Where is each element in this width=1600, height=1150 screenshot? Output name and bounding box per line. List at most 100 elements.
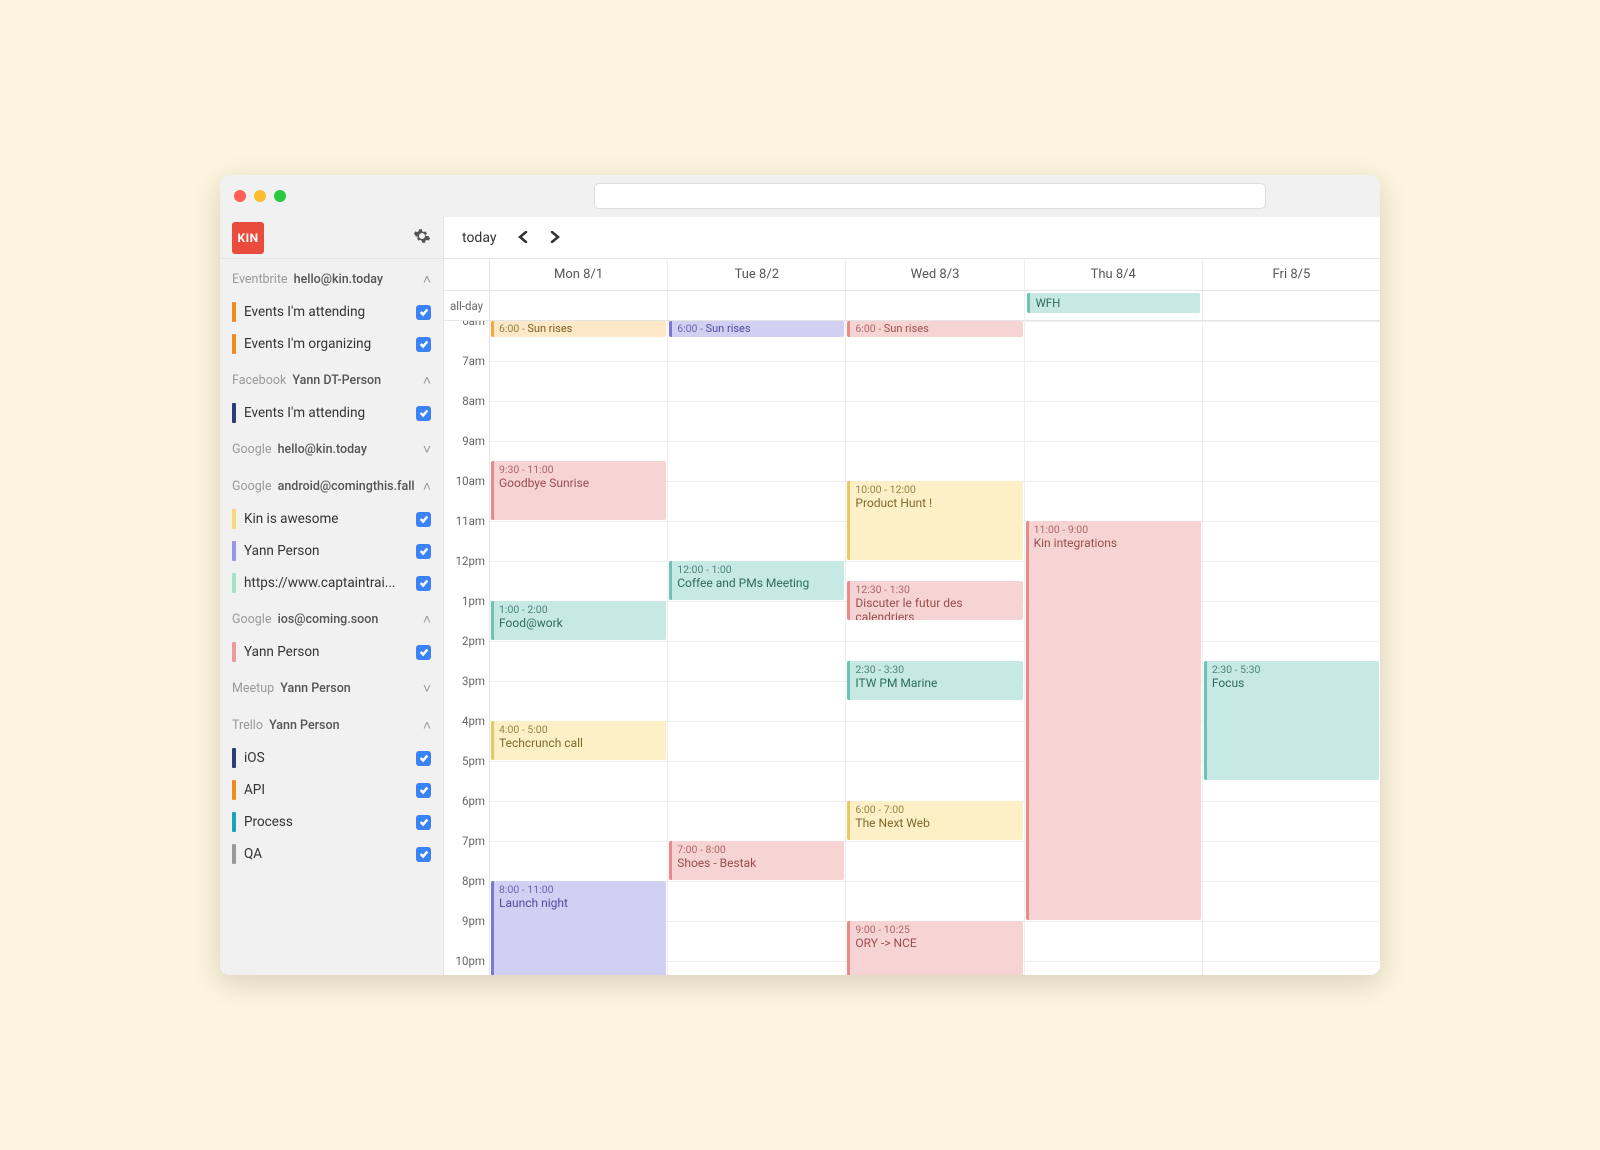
day-column[interactable]: 6:00 - Sun rises 12:00 - 1:00Coffee and P… [668,321,846,975]
sidebar-calendar-item[interactable]: API [220,774,443,806]
day-column[interactable]: 6:00 - Sun rises 9:30 - 11:00Goodbye Sunr… [490,321,668,975]
sidebar-calendar-item[interactable]: Events I'm organizing [220,328,443,360]
sidebar-calendar-item[interactable]: QA [220,838,443,870]
calendar-color-strip [232,780,236,800]
calendar-color-strip [232,844,236,864]
event-time: 9:00 - 10:25 [855,923,1017,936]
calendar-checkbox[interactable] [416,544,431,559]
gear-icon[interactable] [413,227,431,249]
day-column[interactable]: 6:00 - Sun rises 10:00 - 12:00Product Hun… [846,321,1024,975]
hour-label: 6am [462,321,485,328]
event-time: 9:30 - 11:00 [499,463,661,476]
calendar-event[interactable]: 6:00 - Sun rises [491,321,666,337]
calendar-event[interactable]: 9:00 - 10:25ORY -> NCE [847,921,1022,975]
calendar-checkbox[interactable] [416,645,431,660]
titlebar [220,175,1380,217]
sidebar-calendar-item[interactable]: https://www.captaintrai... [220,567,443,599]
allday-cell[interactable] [1203,291,1380,320]
hour-label: 4pm [462,714,485,728]
calendar-event[interactable]: 6:00 - 7:00The Next Web [847,801,1022,840]
calendar-checkbox[interactable] [416,512,431,527]
calendar-label: Yann Person [244,543,408,559]
sidebar-calendar-item[interactable]: Process [220,806,443,838]
calendar-event[interactable]: 6:00 - Sun rises [669,321,844,337]
sidebar-section-head[interactable]: Trello Yann Person˄ [220,705,443,742]
allday-cell[interactable]: WFH [1025,291,1203,320]
calendar-label: Yann Person [244,644,408,660]
sidebar-calendar-item[interactable]: Events I'm attending [220,397,443,429]
calendar-checkbox[interactable] [416,576,431,591]
calendar-event[interactable]: 9:30 - 11:00Goodbye Sunrise [491,461,666,520]
event-time: 7:00 - 8:00 [677,843,839,856]
minimize-icon[interactable] [254,190,266,202]
hour-label: 6pm [462,794,485,808]
calendar-checkbox[interactable] [416,337,431,352]
calendar-checkbox[interactable] [416,847,431,862]
calendar-event[interactable]: 10:00 - 12:00Product Hunt ! [847,481,1022,560]
sidebar-section-head[interactable]: Eventbrite hello@kin.today˄ [220,259,443,296]
event-time: 12:00 - 1:00 [677,563,839,576]
prev-week-button[interactable] [510,224,536,251]
close-icon[interactable] [234,190,246,202]
chevron-up-icon: ˄ [423,271,431,288]
time-gutter: 6am7am8am9am10am11am12pm1pm2pm3pm4pm5pm6… [444,321,490,975]
calendar-color-strip [232,334,236,354]
sidebar-section-head[interactable]: Meetup Yann Person˅ [220,668,443,705]
day-column[interactable]: 11:00 - 9:00Kin integrations [1025,321,1203,975]
calendar-event[interactable]: 4:00 - 5:00Techcrunch call [491,721,666,760]
calendar-event[interactable]: 12:00 - 1:00Coffee and PMs Meeting [669,561,844,600]
calendar-event[interactable]: 2:30 - 3:30ITW PM Marine [847,661,1022,700]
calendar-checkbox[interactable] [416,751,431,766]
calendar-label: Events I'm organizing [244,336,408,352]
chevron-down-icon: ˅ [423,441,431,458]
sidebar-section-head[interactable]: Google android@comingthis.fall˄ [220,466,443,503]
sidebar-calendar-item[interactable]: iOS [220,742,443,774]
allday-cell[interactable] [668,291,846,320]
sidebar-calendar-item[interactable]: Yann Person [220,535,443,567]
allday-row: all-day WFH [444,291,1380,321]
calendar-label: Process [244,814,408,830]
calendar-event[interactable]: 1:00 - 2:00Food@work [491,601,666,640]
calendar-event[interactable]: 2:30 - 5:30Focus [1204,661,1379,780]
calendar-event[interactable]: 6:00 - Sun rises [847,321,1022,337]
hour-label: 5pm [462,754,485,768]
calendar-checkbox[interactable] [416,406,431,421]
app-logo: KIN [232,222,264,254]
calendar-event[interactable]: 12:30 - 1:30Discuter le futur des calend… [847,581,1022,620]
sidebar-calendar-item[interactable]: Yann Person [220,636,443,668]
calendar-label: Events I'm attending [244,304,408,320]
today-button[interactable]: today [454,224,504,252]
calendar-grid: 6am7am8am9am10am11am12pm1pm2pm3pm4pm5pm6… [444,321,1380,975]
calendar-checkbox[interactable] [416,783,431,798]
event-time: 1:00 - 2:00 [499,603,661,616]
hour-label: 11am [456,514,485,528]
event-title: Goodbye Sunrise [499,476,661,490]
calendar-checkbox[interactable] [416,305,431,320]
event-title: Launch night [499,896,661,910]
hour-label: 10pm [456,954,485,968]
calendar-event[interactable]: 7:00 - 8:00Shoes - Bestak [669,841,844,880]
chevron-down-icon: ˅ [423,680,431,697]
allday-event[interactable]: WFH [1027,293,1200,313]
calendar-checkbox[interactable] [416,815,431,830]
allday-cell[interactable] [490,291,668,320]
calendar-event[interactable]: 8:00 - 11:00Launch night [491,881,666,975]
sidebar-calendar-item[interactable]: Events I'm attending [220,296,443,328]
event-title: Food@work [499,616,661,630]
url-bar[interactable] [594,183,1266,209]
sidebar-section-head[interactable]: Google ios@coming.soon˄ [220,599,443,636]
next-week-button[interactable] [542,224,568,251]
day-header: Tue 8/2 [668,259,846,290]
event-title: Product Hunt ! [855,496,1017,510]
sidebar-calendar-item[interactable]: Kin is awesome [220,503,443,535]
calendar-grid-scroll[interactable]: 6am7am8am9am10am11am12pm1pm2pm3pm4pm5pm6… [444,321,1380,975]
maximize-icon[interactable] [274,190,286,202]
calendar-event[interactable]: 11:00 - 9:00Kin integrations [1026,521,1201,920]
event-time: 6:00 - 7:00 [855,803,1017,816]
day-column[interactable]: 2:30 - 5:30Focus [1203,321,1380,975]
sidebar-section-head[interactable]: Google hello@kin.today˅ [220,429,443,466]
allday-cell[interactable] [846,291,1024,320]
main-area: today Mon 8/1Tue 8/2Wed 8/3Thu 8/4Fri 8/… [444,217,1380,975]
event-title: Shoes - Bestak [677,856,839,870]
sidebar-section-head[interactable]: Facebook Yann DT-Person˄ [220,360,443,397]
